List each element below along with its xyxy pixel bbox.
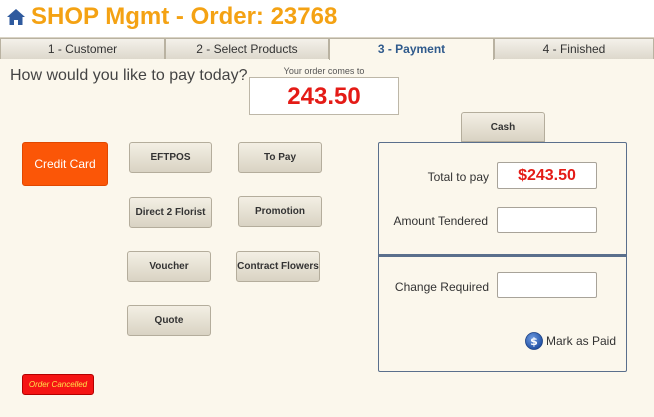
voucher-button[interactable]: Voucher xyxy=(127,251,211,282)
tab-payment[interactable]: 3 - Payment xyxy=(329,38,494,60)
payment-question: How would you like to pay today? xyxy=(10,67,248,84)
title-bar: SHOP Mgmt - Order: 23768 xyxy=(0,0,654,38)
panel-divider xyxy=(379,254,626,257)
change-required-label: Change Required xyxy=(394,280,489,294)
tab-finished[interactable]: 4 - Finished xyxy=(494,38,654,59)
change-required-input[interactable] xyxy=(497,272,597,298)
mark-as-paid-button[interactable]: $ Mark as Paid xyxy=(525,331,616,351)
contract-flowers-button[interactable]: Contract Flowers xyxy=(236,251,320,282)
dollar-icon: $ xyxy=(525,332,543,350)
mark-as-paid-label: Mark as Paid xyxy=(546,334,617,348)
quote-button[interactable]: Quote xyxy=(127,305,211,336)
credit-card-button[interactable]: Credit Card xyxy=(22,142,108,186)
total-to-pay-label: Total to pay xyxy=(427,170,489,184)
cash-tab-button[interactable]: Cash xyxy=(461,112,545,142)
page-title: SHOP Mgmt - Order: 23768 xyxy=(31,3,338,30)
amount-tendered-label: Amount Tendered xyxy=(393,214,488,228)
home-icon[interactable] xyxy=(6,7,26,27)
tab-select-products[interactable]: 2 - Select Products xyxy=(165,38,329,59)
order-total-amount: 243.50 xyxy=(249,77,399,115)
order-cancelled-button[interactable]: Order Cancelled xyxy=(22,374,94,395)
svg-text:$: $ xyxy=(530,335,538,348)
tab-customer[interactable]: 1 - Customer xyxy=(0,38,165,59)
cash-payment-panel: Total to pay $243.50 Amount Tendered Cha… xyxy=(378,142,627,372)
direct-2-florist-button[interactable]: Direct 2 Florist xyxy=(129,197,212,228)
to-pay-button[interactable]: To Pay xyxy=(238,142,322,173)
eftpos-button[interactable]: EFTPOS xyxy=(129,142,212,173)
total-to-pay-value: $243.50 xyxy=(497,162,597,189)
wizard-tabs: 1 - Customer 2 - Select Products 3 - Pay… xyxy=(0,38,654,60)
order-total-caption: Your order comes to xyxy=(283,66,365,76)
amount-tendered-input[interactable] xyxy=(497,207,597,233)
promotion-button[interactable]: Promotion xyxy=(238,196,322,227)
